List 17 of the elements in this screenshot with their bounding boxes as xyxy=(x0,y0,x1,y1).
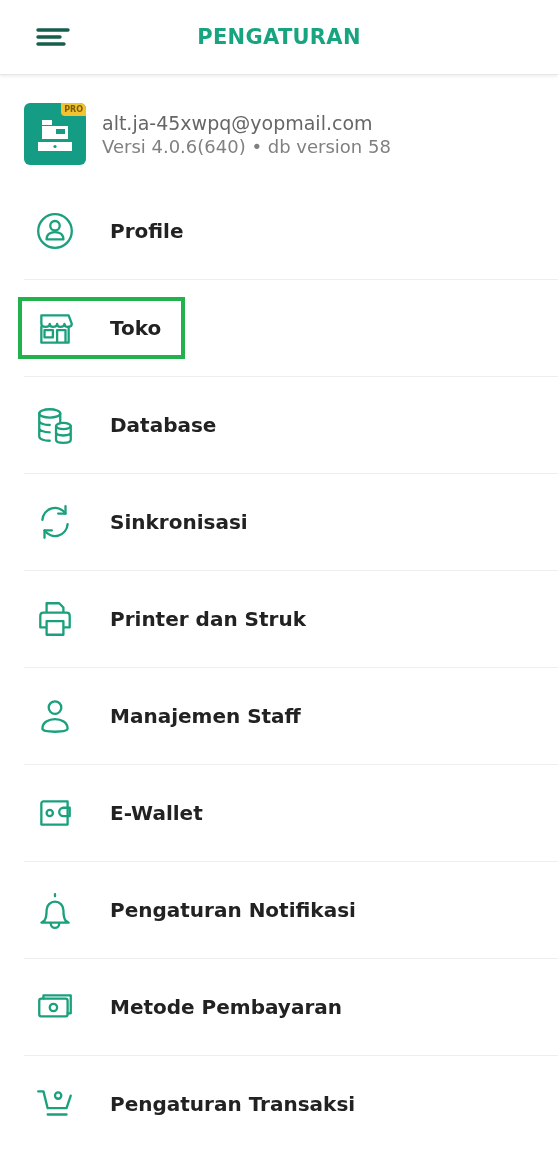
settings-item[interactable]: Printer dan Struk xyxy=(18,588,330,650)
user-circle-icon xyxy=(34,210,76,252)
settings-item[interactable]: Profile xyxy=(18,200,208,262)
settings-item[interactable]: Metode Pembayaran xyxy=(18,976,366,1038)
menu-icon xyxy=(36,27,70,47)
settings-item[interactable]: Database xyxy=(18,394,241,456)
settings-item[interactable]: Pengaturan Transaksi xyxy=(18,1073,380,1135)
settings-item[interactable]: E-Wallet xyxy=(18,782,227,844)
version-text: Versi 4.0.6(640) • db version 58 xyxy=(102,135,391,157)
settings-item[interactable]: Toko xyxy=(18,297,186,359)
menu-button[interactable] xyxy=(36,25,70,49)
page-title: PENGATURAN xyxy=(197,25,361,49)
pro-badge: PRO xyxy=(61,103,86,116)
settings-item[interactable]: Manajemen Staff xyxy=(18,685,325,747)
settings-item[interactable]: Sinkronisasi xyxy=(18,491,272,553)
settings-item[interactable]: Pengaturan Notifikasi xyxy=(18,879,380,941)
account-email: alt.ja-45xwpq@yopmail.com xyxy=(102,111,374,134)
